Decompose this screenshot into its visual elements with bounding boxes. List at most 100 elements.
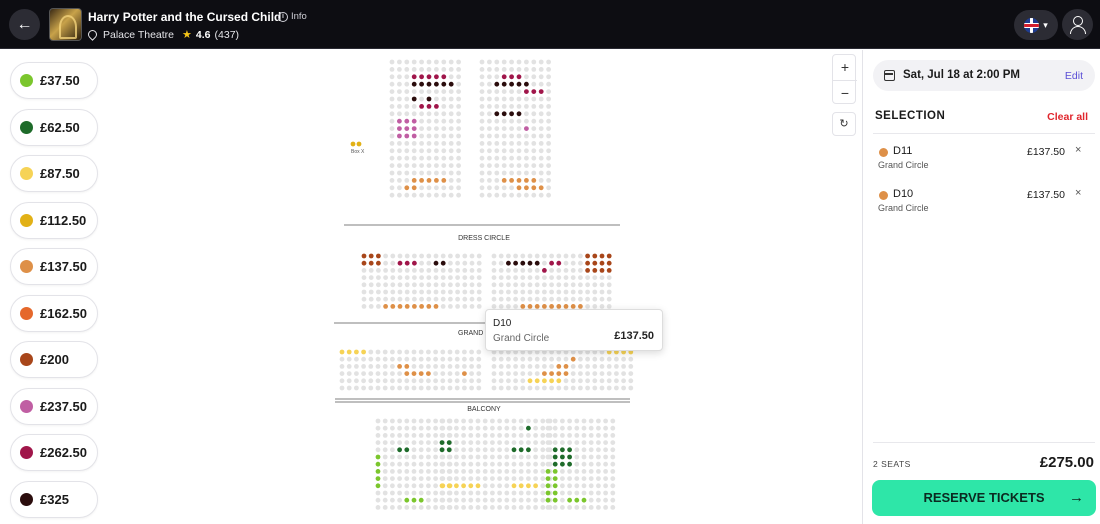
seat[interactable]	[585, 253, 590, 259]
seat[interactable]	[610, 476, 616, 481]
seat[interactable]	[520, 282, 526, 288]
seat[interactable]	[516, 133, 522, 139]
seat[interactable]	[603, 483, 608, 489]
seat[interactable]	[468, 505, 474, 510]
seat[interactable]	[552, 454, 558, 460]
seat[interactable]	[461, 425, 466, 431]
seat[interactable]	[533, 425, 538, 431]
seat[interactable]	[468, 476, 474, 481]
seat[interactable]	[476, 268, 482, 273]
seat[interactable]	[518, 447, 524, 453]
seat[interactable]	[411, 96, 417, 102]
seat[interactable]	[397, 185, 402, 191]
seat[interactable]	[361, 289, 367, 295]
seat[interactable]	[454, 461, 459, 467]
seat[interactable]	[610, 440, 616, 445]
seat[interactable]	[461, 454, 466, 460]
seat[interactable]	[456, 118, 461, 124]
seat[interactable]	[404, 268, 410, 273]
seat[interactable]	[516, 170, 522, 176]
seat[interactable]	[390, 268, 396, 273]
seat[interactable]	[516, 89, 522, 94]
seat[interactable]	[426, 170, 432, 176]
seat[interactable]	[531, 141, 537, 146]
seat[interactable]	[516, 81, 522, 87]
seat[interactable]	[497, 469, 502, 474]
seat[interactable]	[439, 425, 445, 431]
seat[interactable]	[426, 469, 431, 474]
seat[interactable]	[448, 155, 454, 161]
seat[interactable]	[487, 74, 492, 80]
seat[interactable]	[538, 192, 544, 198]
seat[interactable]	[487, 81, 492, 87]
seat[interactable]	[482, 461, 488, 467]
seat[interactable]	[482, 433, 488, 438]
seat[interactable]	[610, 469, 616, 474]
seat[interactable]	[456, 111, 461, 117]
seat[interactable]	[574, 433, 580, 438]
seat[interactable]	[439, 433, 445, 438]
seat[interactable]	[497, 497, 502, 503]
seat[interactable]	[482, 483, 488, 489]
seat[interactable]	[574, 483, 580, 489]
seat[interactable]	[585, 356, 590, 362]
seat[interactable]	[462, 289, 468, 295]
seat[interactable]	[404, 385, 410, 391]
seat[interactable]	[375, 483, 381, 489]
seat[interactable]	[418, 385, 424, 391]
seat[interactable]	[404, 433, 410, 438]
seat[interactable]	[560, 469, 565, 474]
seat[interactable]	[585, 364, 590, 369]
seat[interactable]	[382, 505, 388, 510]
seat[interactable]	[382, 356, 388, 362]
seat[interactable]	[524, 133, 529, 139]
seat[interactable]	[439, 454, 445, 460]
seat[interactable]	[490, 505, 495, 510]
seat[interactable]	[524, 141, 529, 146]
price-filter-pill[interactable]: £162.50	[10, 294, 98, 332]
price-filter-pill[interactable]: £137.50	[10, 248, 98, 285]
seat[interactable]	[426, 96, 432, 102]
seat[interactable]	[570, 253, 576, 259]
seat[interactable]	[531, 96, 537, 102]
seat[interactable]	[501, 81, 507, 87]
seat[interactable]	[468, 433, 474, 438]
seat[interactable]	[494, 178, 500, 183]
seat[interactable]	[404, 454, 410, 460]
seat[interactable]	[592, 275, 598, 280]
seat[interactable]	[511, 483, 517, 489]
seat[interactable]	[469, 296, 475, 302]
seat[interactable]	[567, 440, 572, 445]
seat[interactable]	[433, 296, 439, 302]
seat[interactable]	[426, 275, 432, 280]
seat[interactable]	[560, 461, 565, 467]
seat[interactable]	[520, 289, 526, 295]
seat[interactable]	[447, 364, 453, 369]
seat[interactable]	[563, 282, 569, 288]
seat[interactable]	[560, 505, 565, 510]
seat[interactable]	[397, 111, 402, 117]
seat[interactable]	[552, 461, 558, 467]
seat[interactable]	[469, 356, 474, 362]
seat[interactable]	[526, 490, 531, 496]
price-filter-pill[interactable]: £200	[10, 341, 98, 378]
seat[interactable]	[469, 304, 475, 309]
seat[interactable]	[540, 433, 546, 438]
seat[interactable]	[456, 163, 461, 168]
clear-all-button[interactable]: Clear all	[1047, 111, 1088, 123]
seat[interactable]	[599, 371, 605, 376]
seat[interactable]	[404, 185, 410, 191]
seat[interactable]	[592, 268, 598, 273]
seat[interactable]	[511, 418, 517, 424]
seat[interactable]	[610, 490, 616, 496]
seat[interactable]	[426, 304, 432, 309]
seat[interactable]	[419, 253, 424, 259]
seat[interactable]	[540, 440, 546, 445]
seat[interactable]	[546, 81, 551, 87]
seat[interactable]	[534, 385, 540, 391]
seat[interactable]	[448, 170, 454, 176]
seat[interactable]	[549, 296, 554, 302]
price-filter-pill[interactable]: £237.50	[10, 387, 98, 425]
seat[interactable]	[506, 282, 511, 288]
seat[interactable]	[469, 349, 474, 355]
